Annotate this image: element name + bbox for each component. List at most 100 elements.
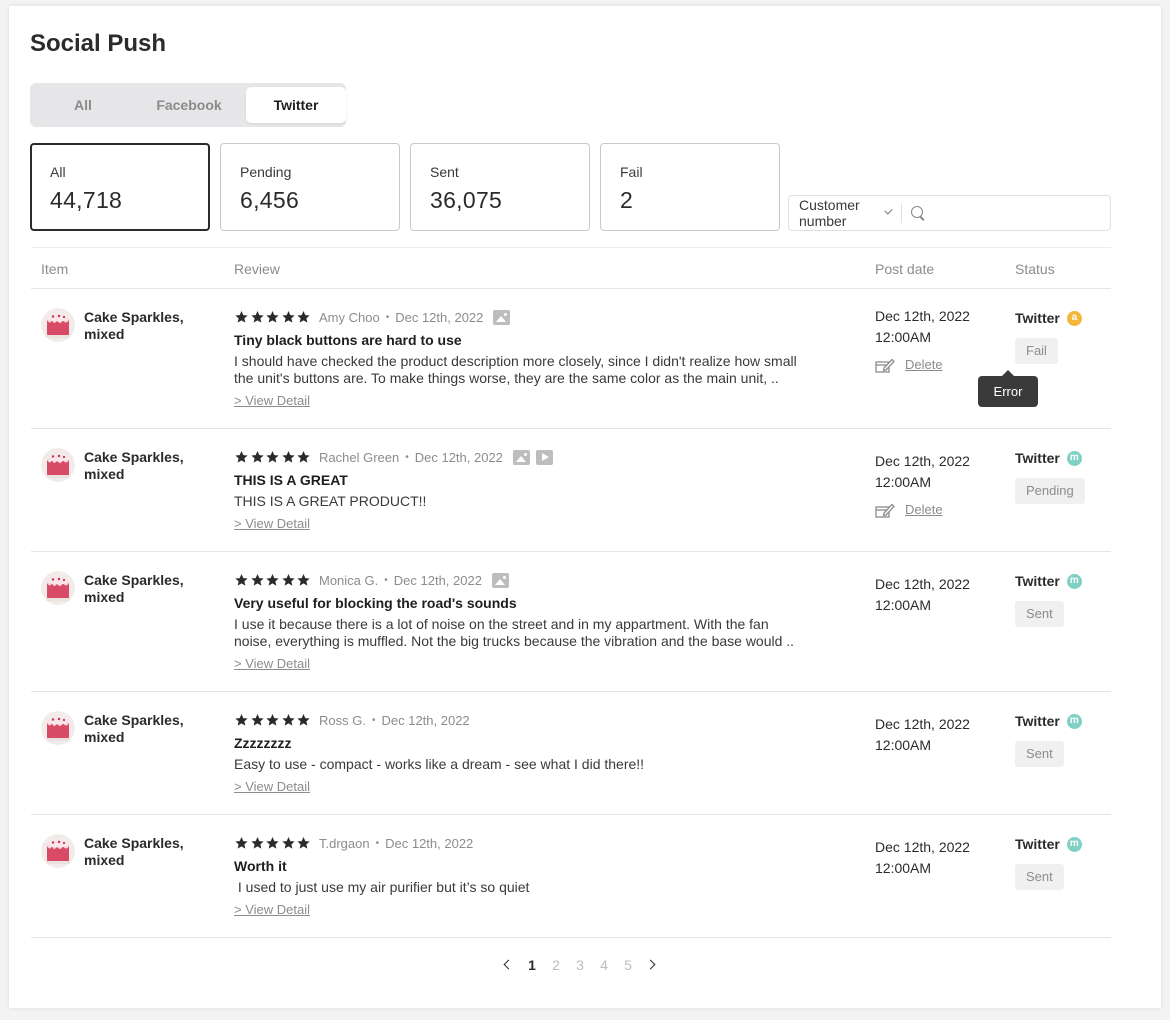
channel-name-row: Twitter m: [1015, 712, 1082, 730]
star-icon: [235, 574, 248, 586]
search-input[interactable]: [929, 198, 1110, 228]
view-detail-link[interactable]: > View Detail: [234, 393, 310, 408]
status-badge: Sent: [1015, 864, 1064, 890]
delete-label: Delete: [905, 502, 943, 517]
tab-twitter[interactable]: Twitter: [246, 87, 346, 123]
status-badge: Sent: [1015, 741, 1064, 767]
stat-card-pending[interactable]: Pending 6,456: [220, 143, 400, 231]
image-icon[interactable]: [491, 572, 509, 588]
status-cell: Twitter m Sent: [1015, 572, 1082, 627]
product-thumbnail: [41, 308, 75, 342]
star-icon: [235, 311, 248, 323]
star-icon: [250, 311, 264, 323]
post-date-cell: Dec 12th, 2022 12:00AM: [875, 574, 970, 616]
channel-badge: m: [1066, 573, 1082, 589]
page-link[interactable]: 2: [544, 957, 568, 973]
stat-card-fail[interactable]: Fail 2: [600, 143, 780, 231]
delete-button[interactable]: Delete: [875, 499, 970, 520]
review-author: Amy Choo: [319, 309, 380, 325]
edit-icon: [875, 358, 895, 373]
view-detail-link[interactable]: > View Detail: [234, 656, 310, 671]
page-link[interactable]: 3: [568, 957, 592, 973]
cake-thumbnail: [41, 448, 75, 482]
product-thumbnail: [41, 571, 75, 605]
star-rating: [234, 310, 311, 324]
post-date: Dec 12th, 2022: [875, 308, 970, 324]
star-icon: [297, 451, 310, 463]
table-row: Cake Sparkles, mixed Rachel Green • Dec 12t…: [31, 429, 1111, 552]
star-icon: [297, 714, 310, 726]
star-icon: [235, 837, 248, 849]
review-title: Tiny black buttons are hard to use: [234, 332, 462, 348]
page-link[interactable]: 5: [616, 957, 640, 973]
page-title: Social Push: [30, 30, 167, 57]
status-badge: Fail: [1015, 338, 1058, 364]
view-detail-link[interactable]: > View Detail: [234, 902, 310, 917]
image-icon[interactable]: [512, 449, 530, 465]
stat-value: 2: [620, 187, 634, 213]
star-icon: [297, 574, 310, 586]
channel-badge: m: [1066, 836, 1082, 852]
star-icon: [281, 714, 295, 726]
item-name: Cake Sparkles, mixed: [84, 449, 184, 482]
stat-value: 36,075: [430, 187, 503, 213]
star-icon: [235, 451, 248, 463]
post-date: Dec 12th, 2022: [875, 716, 970, 732]
channel-name-row: Twitter m: [1015, 835, 1082, 853]
post-date: Dec 12th, 2022: [875, 839, 970, 855]
cake-thumbnail: [41, 571, 75, 605]
prev-page-icon[interactable]: [496, 956, 520, 974]
reviews-table: Item Review Post date Status Cake Sparkl…: [31, 247, 1111, 938]
next-page-icon[interactable]: [640, 956, 664, 974]
delete-label: Delete: [905, 357, 943, 372]
cake-thumbnail: [41, 308, 75, 342]
review-meta: Monica G. • Dec 12th, 2022: [234, 571, 844, 589]
review-date: Dec 12th, 2022: [414, 449, 503, 465]
tab-all[interactable]: All: [34, 87, 132, 123]
column-header-status: Status: [1015, 261, 1055, 277]
stat-label: All: [50, 164, 66, 180]
view-detail-link[interactable]: > View Detail: [234, 779, 310, 794]
status-cell: Twitter m Sent: [1015, 712, 1082, 767]
star-icon: [266, 451, 279, 463]
status-badge: Sent: [1015, 601, 1064, 627]
view-detail-link[interactable]: > View Detail: [234, 516, 310, 531]
page-link[interactable]: 1: [520, 957, 544, 973]
post-date-cell: Dec 12th, 2022 12:00AM Delete: [875, 451, 970, 520]
table-row: Cake Sparkles, mixed T.drgaon • Dec 12th, 2…: [31, 815, 1111, 938]
post-time: 12:00AM: [875, 329, 932, 345]
search-bar: Customer number: [788, 195, 1111, 231]
review-body: THIS IS A GREAT PRODUCT!!: [234, 493, 427, 509]
search-icon[interactable]: [910, 206, 924, 220]
star-icon: [281, 451, 295, 463]
search-filter-select[interactable]: Customer number: [789, 196, 893, 230]
stat-card-all[interactable]: All 44,718: [30, 143, 210, 231]
stat-card-sent[interactable]: Sent 36,075: [410, 143, 590, 231]
star-icon: [266, 714, 279, 726]
item-name: Cake Sparkles, mixed: [84, 835, 184, 868]
star-rating: [234, 713, 311, 727]
post-time: 12:00AM: [875, 474, 932, 490]
image-icon[interactable]: [493, 309, 511, 325]
page-link[interactable]: 4: [592, 957, 616, 973]
review-date: Dec 12th, 2022: [381, 712, 470, 728]
review-cell: T.drgaon • Dec 12th, 2022 Worth it I used t…: [234, 834, 844, 919]
status-cell: Twitter a Fail: [1015, 309, 1082, 364]
separator-dot: •: [405, 451, 409, 463]
star-icon: [281, 574, 295, 586]
review-cell: Rachel Green • Dec 12th, 2022 THIS IS A GRE…: [234, 448, 844, 533]
status-cell: Twitter m Sent: [1015, 835, 1082, 890]
star-rating: [234, 450, 311, 464]
tab-facebook[interactable]: Facebook: [132, 87, 246, 123]
separator-dot: •: [371, 714, 376, 726]
review-title: Worth it: [234, 858, 287, 874]
star-icon: [250, 574, 264, 586]
review-cell: Ross G. • Dec 12th, 2022 Zzzzzzzz Easy to us…: [234, 711, 844, 796]
delete-button[interactable]: Delete: [875, 354, 970, 375]
item-name: Cake Sparkles, mixed: [84, 572, 184, 605]
video-icon[interactable]: [535, 449, 553, 465]
channel-tabs: All Facebook Twitter: [30, 83, 346, 127]
review-title: THIS IS A GREAT: [234, 472, 348, 488]
star-icon: [266, 311, 279, 323]
error-tooltip: Error: [978, 370, 1038, 407]
